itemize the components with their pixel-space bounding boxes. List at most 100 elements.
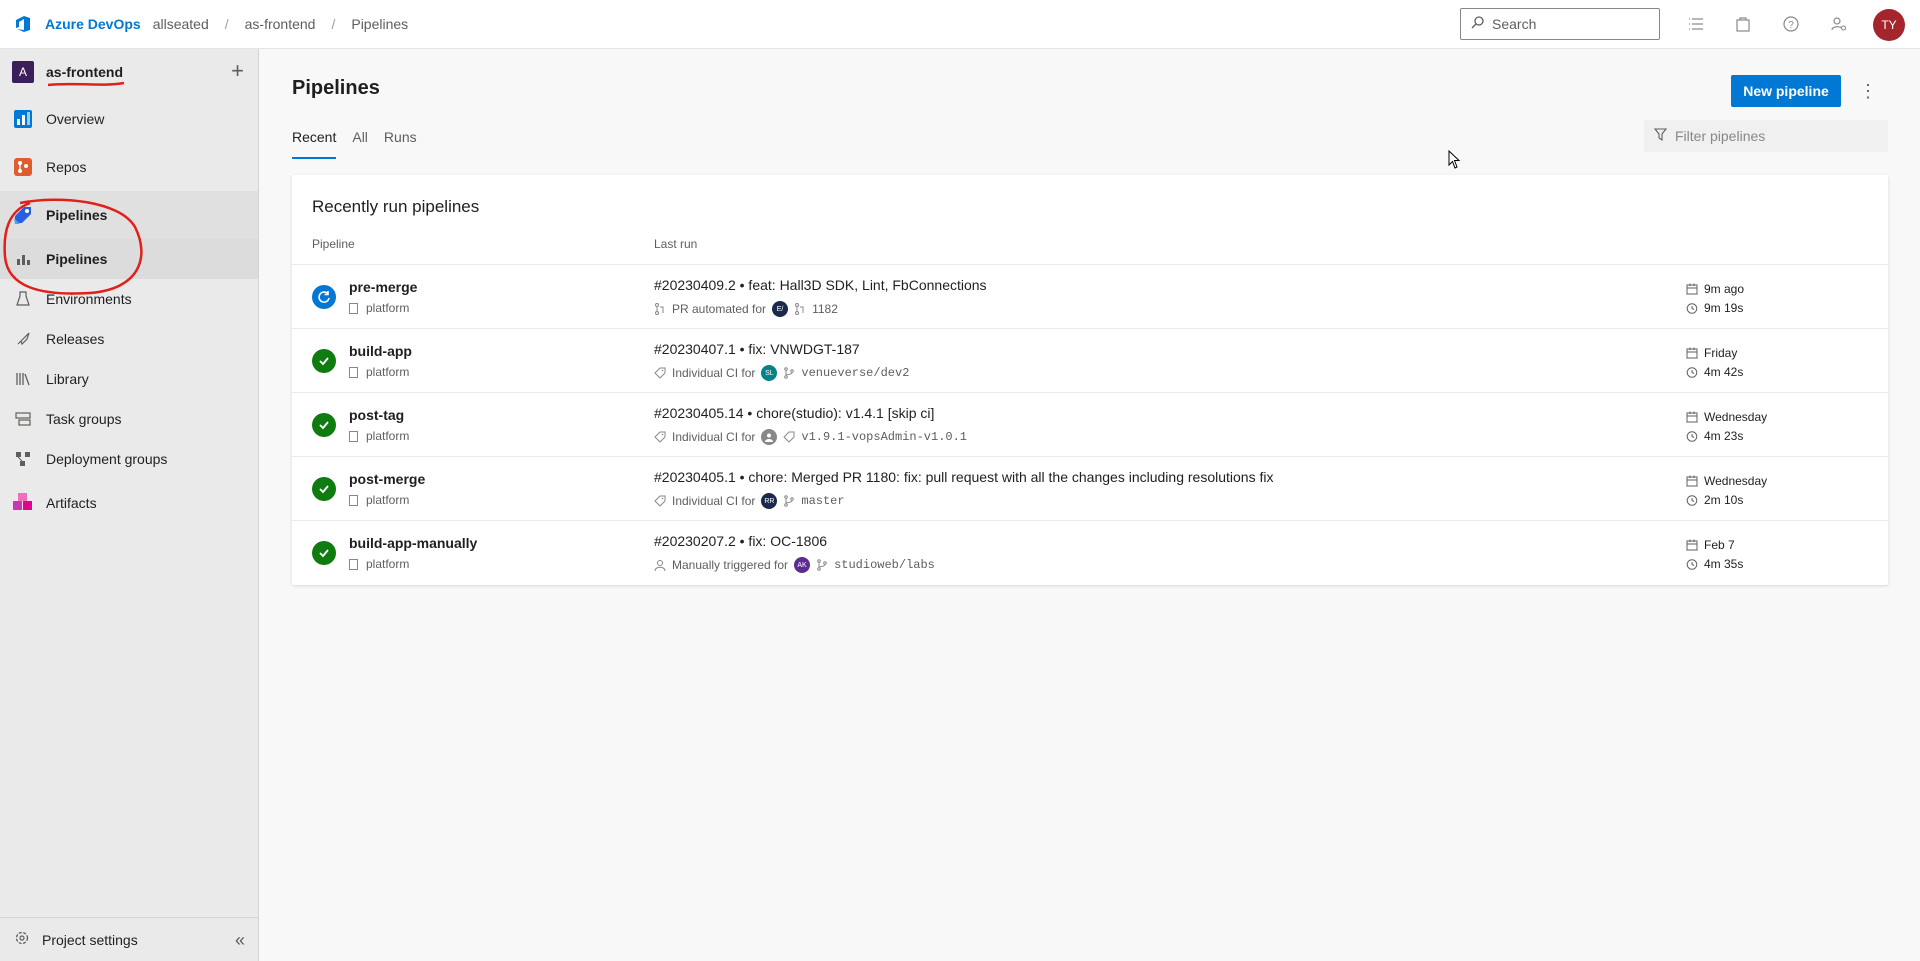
- source-ref[interactable]: v1.9.1-vopsAdmin-v1.0.1: [801, 430, 967, 444]
- project-header[interactable]: A as-frontend +: [0, 49, 258, 95]
- sidebar-item-task-groups[interactable]: Task groups: [0, 399, 258, 439]
- project-name[interactable]: as-frontend: [46, 64, 123, 80]
- folder-name: platform: [366, 365, 410, 379]
- clock-icon: [1686, 494, 1698, 506]
- table-row[interactable]: build-app platform #20230407.1 • fix: VN…: [292, 329, 1888, 393]
- calendar-icon: [1686, 475, 1698, 487]
- succeeded-status-icon: [312, 541, 336, 565]
- succeeded-status-icon: [312, 413, 336, 437]
- pipeline-name[interactable]: build-app: [349, 343, 412, 359]
- overview-icon: [12, 108, 34, 130]
- clock-icon: [1686, 302, 1698, 314]
- sidebar-item-deployment-groups[interactable]: Deployment groups: [0, 439, 258, 479]
- run-duration: 9m 19s: [1704, 300, 1744, 315]
- user-avatar: RR: [761, 493, 778, 509]
- breadcrumb-page[interactable]: Pipelines: [351, 16, 408, 32]
- tab-runs[interactable]: Runs: [384, 125, 417, 159]
- trigger-icon: [654, 495, 666, 507]
- sidebar-item-releases[interactable]: Releases: [0, 319, 258, 359]
- azure-devops-logo-icon[interactable]: [13, 13, 35, 35]
- table-row[interactable]: post-merge platform #20230405.1 • chore:…: [292, 457, 1888, 521]
- run-timing: Wednesday 2m 10s: [1686, 471, 1767, 509]
- run-duration: 4m 35s: [1704, 556, 1744, 571]
- sidebar-item-pipelines-group[interactable]: Pipelines: [0, 191, 258, 239]
- gear-icon: [14, 930, 30, 949]
- filter-input[interactable]: [1675, 128, 1875, 144]
- breadcrumb-organization[interactable]: allseated: [153, 16, 209, 32]
- tab-recent[interactable]: Recent: [292, 125, 337, 159]
- task-list-icon[interactable]: [1684, 12, 1708, 36]
- brand-link[interactable]: Azure DevOps: [45, 16, 141, 32]
- sidebar-item-environments[interactable]: Environments: [0, 279, 258, 319]
- user-avatar[interactable]: TY: [1873, 9, 1905, 41]
- trigger-text: Individual CI for: [672, 430, 756, 444]
- project-settings-link[interactable]: Project settings «: [0, 917, 259, 961]
- running-status-icon: [312, 285, 336, 309]
- folder-icon: [349, 494, 358, 506]
- table-row[interactable]: post-tag platform #20230405.14 • chore(s…: [292, 393, 1888, 457]
- run-date: 9m ago: [1704, 281, 1745, 296]
- run-title[interactable]: #20230405.14 • chore(studio): v1.4.1 [sk…: [654, 405, 934, 421]
- run-title[interactable]: #20230405.1 • chore: Merged PR 1180: fix…: [654, 469, 1273, 485]
- calendar-icon: [1686, 347, 1698, 359]
- sidebar-item-overview[interactable]: Overview: [0, 95, 258, 143]
- pipeline-name[interactable]: build-app-manually: [349, 535, 477, 551]
- environments-icon: [12, 288, 34, 310]
- pipeline-name[interactable]: pre-merge: [349, 279, 417, 295]
- calendar-icon: [1686, 411, 1698, 423]
- filter-box[interactable]: [1644, 120, 1888, 152]
- marketplace-bag-icon[interactable]: [1731, 12, 1755, 36]
- table-row[interactable]: build-app-manually platform #20230207.2 …: [292, 521, 1888, 585]
- run-duration: 4m 23s: [1704, 428, 1744, 443]
- run-date: Feb 7: [1704, 537, 1735, 552]
- trigger-icon: [654, 559, 666, 571]
- help-icon[interactable]: ?: [1779, 12, 1803, 36]
- source-ref[interactable]: 1182: [812, 302, 838, 316]
- run-title[interactable]: #20230407.1 • fix: VNWDGT-187: [654, 341, 860, 357]
- user-avatar: AK: [794, 557, 811, 573]
- repos-icon: [12, 156, 34, 178]
- library-icon: [12, 368, 34, 390]
- run-title[interactable]: #20230409.2 • feat: Hall3D SDK, Lint, Fb…: [654, 277, 987, 293]
- sidebar-item-label: Task groups: [46, 411, 122, 427]
- table-row[interactable]: pre-merge platform #20230409.2 • feat: H…: [292, 265, 1888, 329]
- pipeline-folder: platform: [349, 365, 409, 379]
- task-groups-icon: [12, 408, 34, 430]
- sidebar-item-label: Releases: [46, 331, 105, 347]
- sidebar-item-label: Overview: [46, 111, 105, 127]
- trigger-text: Individual CI for: [672, 494, 756, 508]
- pipeline-name[interactable]: post-tag: [349, 407, 404, 423]
- collapse-sidebar-icon[interactable]: «: [235, 930, 245, 951]
- clock-icon: [1686, 366, 1698, 378]
- user-avatar: SL: [761, 365, 778, 381]
- succeeded-status-icon: [312, 477, 336, 501]
- sidebar-item-artifacts[interactable]: Artifacts: [0, 479, 258, 527]
- more-options-icon[interactable]: ⋮: [1858, 79, 1878, 103]
- column-header-last-run: Last run: [654, 237, 698, 251]
- folder-icon: [349, 366, 358, 378]
- add-icon[interactable]: +: [231, 60, 244, 82]
- pipeline-folder: platform: [349, 493, 409, 507]
- top-bar: Azure DevOps allseated / as-frontend / P…: [0, 0, 1920, 49]
- source-ref[interactable]: venueverse/dev2: [801, 366, 909, 380]
- project-avatar: A: [12, 61, 34, 83]
- sidebar-item-library[interactable]: Library: [0, 359, 258, 399]
- svg-text:?: ?: [1788, 20, 1794, 31]
- breadcrumb-project[interactable]: as-frontend: [245, 16, 316, 32]
- breadcrumb-separator: /: [331, 16, 336, 32]
- pipeline-name[interactable]: post-merge: [349, 471, 425, 487]
- branch-icon: [783, 431, 795, 443]
- pipeline-folder: platform: [349, 557, 409, 571]
- sidebar-item-pipelines[interactable]: Pipelines: [0, 239, 258, 279]
- tab-all[interactable]: All: [352, 125, 368, 159]
- search-box[interactable]: [1460, 8, 1660, 40]
- calendar-icon: [1686, 539, 1698, 551]
- sidebar-item-repos[interactable]: Repos: [0, 143, 258, 191]
- search-input[interactable]: [1492, 16, 1652, 32]
- source-ref[interactable]: master: [801, 494, 844, 508]
- new-pipeline-button[interactable]: New pipeline: [1731, 75, 1841, 107]
- run-title[interactable]: #20230207.2 • fix: OC-1806: [654, 533, 827, 549]
- source-ref[interactable]: studioweb/labs: [834, 558, 935, 572]
- user-settings-icon[interactable]: [1827, 12, 1851, 36]
- run-trigger-info: Individual CI for RR master: [654, 493, 845, 509]
